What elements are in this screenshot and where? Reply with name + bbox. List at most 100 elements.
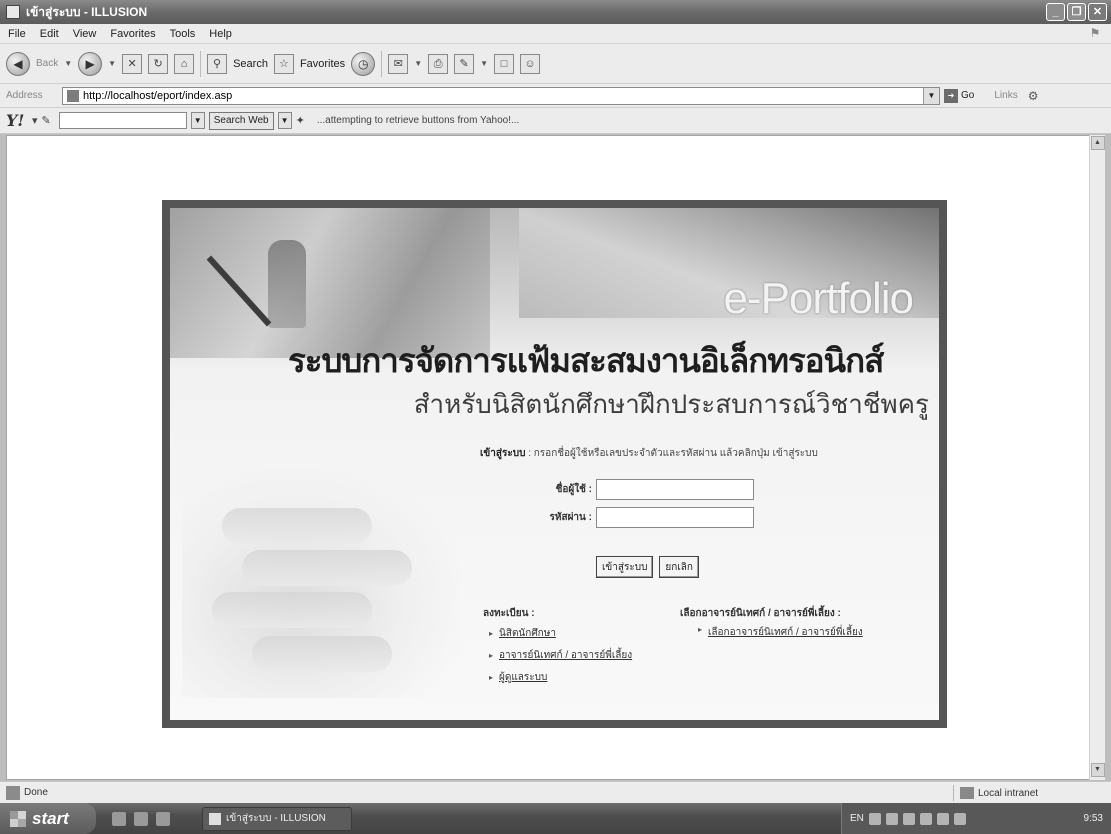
window-controls: _ ❐ ✕ xyxy=(1046,3,1107,21)
yahoo-search-dropdown-icon[interactable]: ▼ xyxy=(190,112,205,129)
menu-tools[interactable]: Tools xyxy=(170,28,196,40)
cancel-button[interactable]: ยกเลิก xyxy=(659,556,699,578)
edit-icon[interactable]: ✎ xyxy=(454,53,475,74)
system-title: ระบบการจัดการแฟ้มสะสมงานอิเล็กทรอนิกส์ xyxy=(288,341,884,380)
mail-icon[interactable]: ✉ xyxy=(388,53,409,74)
search-icon[interactable]: ⚲ xyxy=(207,53,228,74)
address-field[interactable]: ▼ xyxy=(62,86,940,105)
portal-frame: e-Portfolio ระบบการจัดการแฟ้มสะสมงานอิเล… xyxy=(162,200,947,728)
window-titlebar: เข้าสู่ระบบ - ILLUSION _ ❐ ✕ xyxy=(0,0,1111,24)
tray-messenger-icon[interactable] xyxy=(919,812,932,825)
vertical-scrollbar[interactable]: ▲ ▼ xyxy=(1089,135,1105,780)
username-label: ชื่อผู้ใช้ : xyxy=(555,484,592,495)
tray-antivirus-icon[interactable] xyxy=(902,812,915,825)
ql-desktop-icon[interactable] xyxy=(112,811,126,826)
username-input[interactable] xyxy=(596,479,754,500)
back-label[interactable]: Back xyxy=(36,58,58,69)
yahoo-toolbar: Y! ▾ ✎ ▼ Search Web ▼ ✦ ...attempting to… xyxy=(0,108,1111,134)
yahoo-logo-icon[interactable]: Y! xyxy=(6,111,28,130)
back-dropdown-icon[interactable]: ▼ xyxy=(64,59,72,68)
taskbar: start เข้าสู่ระบบ - ILLUSION EN 9:53 xyxy=(0,803,1111,834)
favorites-star-icon[interactable]: ☆ xyxy=(273,53,294,74)
login-instruction: เข้าสู่ระบบ : กรอกชื่อผู้ใช้หรือเลขประจำ… xyxy=(480,446,818,461)
ql-ie-icon[interactable] xyxy=(134,811,148,826)
ql-media-icon[interactable] xyxy=(156,811,170,826)
toolbar-separator xyxy=(200,50,202,77)
tray-safely-remove-icon[interactable] xyxy=(953,812,966,825)
close-button[interactable]: ✕ xyxy=(1088,3,1107,21)
advisor-title: เลือกอาจารย์นิเทศก์ / อาจารย์พี่เลี้ยง : xyxy=(680,608,841,619)
extras-icon[interactable]: ⚙ xyxy=(1028,89,1039,103)
menu-favorites[interactable]: Favorites xyxy=(110,28,155,40)
search-button[interactable]: Search xyxy=(233,58,268,70)
intranet-icon xyxy=(960,787,974,799)
register-student-link[interactable]: นิสิตนักศึกษา xyxy=(489,625,683,643)
yahoo-highlight-icon[interactable]: ✦ xyxy=(296,114,305,127)
yahoo-status-text: ...attempting to retrieve buttons from Y… xyxy=(316,115,520,126)
go-arrow-icon: ➜ xyxy=(944,88,958,103)
register-supervisor-link[interactable]: อาจารย์นิเทศก์ / อาจารย์พี่เลี้ยง xyxy=(489,647,683,665)
links-button[interactable]: Links xyxy=(994,90,1017,101)
menu-edit[interactable]: Edit xyxy=(40,28,59,40)
home-icon[interactable]: ⌂ xyxy=(174,53,195,74)
quick-launch xyxy=(112,811,170,826)
ie-task-icon xyxy=(209,812,221,825)
window-title: เข้าสู่ระบบ - ILLUSION xyxy=(26,4,148,19)
login-button[interactable]: เข้าสู่ระบบ xyxy=(596,556,654,578)
address-input[interactable] xyxy=(83,89,903,102)
register-admin-link[interactable]: ผู้ดูแลระบบ xyxy=(489,669,683,687)
scroll-down-icon[interactable]: ▼ xyxy=(1090,763,1105,777)
toolbar-separator xyxy=(381,50,383,77)
address-dropdown-icon[interactable]: ▼ xyxy=(923,87,939,104)
history-icon[interactable]: ◷ xyxy=(351,51,376,76)
mail-dropdown-icon[interactable]: ▼ xyxy=(414,59,422,68)
menu-file[interactable]: File xyxy=(8,28,26,40)
advisor-section: เลือกอาจารย์นิเทศก์ / อาจารย์พี่เลี้ยง :… xyxy=(680,606,930,640)
keyboard-hands-image xyxy=(182,468,462,698)
security-zone[interactable]: Local intranet xyxy=(953,785,1103,801)
discuss-icon[interactable]: □ xyxy=(494,53,515,74)
minimize-button[interactable]: _ xyxy=(1046,3,1065,21)
messenger-icon[interactable]: ☺ xyxy=(520,53,541,74)
password-row: รหัสผ่าน : xyxy=(510,507,754,528)
password-input[interactable] xyxy=(596,507,754,528)
tray-volume-icon[interactable] xyxy=(885,812,898,825)
select-advisor-link[interactable]: เลือกอาจารย์นิเทศก์ / อาจารย์พี่เลี้ยง xyxy=(698,625,930,640)
refresh-icon[interactable]: ↻ xyxy=(148,53,169,74)
status-text: Done xyxy=(24,787,48,798)
menu-view[interactable]: View xyxy=(73,28,97,40)
print-icon[interactable]: ⎙ xyxy=(428,53,449,74)
scroll-up-icon[interactable]: ▲ xyxy=(1090,136,1105,150)
tray-update-icon[interactable] xyxy=(936,812,949,825)
menu-help[interactable]: Help xyxy=(209,28,232,40)
go-label: Go xyxy=(961,90,975,101)
address-label: Address xyxy=(6,90,43,101)
password-label: รหัสผ่าน : xyxy=(549,512,593,523)
forward-dropdown-icon[interactable]: ▼ xyxy=(108,59,116,68)
favorites-button[interactable]: Favorites xyxy=(300,58,345,70)
clock[interactable]: 9:53 xyxy=(1084,813,1103,824)
taskbar-item-browser[interactable]: เข้าสู่ระบบ - ILLUSION xyxy=(202,806,352,831)
windows-logo-icon: ⚑ xyxy=(1089,26,1101,40)
register-title: ลงทะเบียน : xyxy=(483,608,535,619)
yahoo-edit-icon[interactable]: ✎ xyxy=(42,114,51,127)
maximize-button[interactable]: ❐ xyxy=(1067,3,1086,21)
yahoo-search-options-icon[interactable]: ▼ xyxy=(277,112,292,129)
start-button[interactable]: start xyxy=(0,803,96,834)
forward-icon[interactable]: ▶ xyxy=(78,51,103,76)
stop-icon[interactable]: ✕ xyxy=(122,53,143,74)
back-icon[interactable]: ◀ xyxy=(6,51,30,76)
yahoo-dropdown-icon[interactable]: ▾ xyxy=(32,114,38,127)
system-subtitle: สำหรับนิสิตนักศึกษาฝึกประสบการณ์วิชาชีพค… xyxy=(413,390,929,420)
zone-label: Local intranet xyxy=(978,787,1039,799)
register-section: ลงทะเบียน : นิสิตนักศึกษา อาจารย์นิเทศก์… xyxy=(483,606,683,691)
yahoo-search-button[interactable]: Search Web xyxy=(208,111,274,130)
task-label: เข้าสู่ระบบ - ILLUSION xyxy=(226,813,326,824)
windows-flag-icon xyxy=(10,810,26,827)
tray-network-icon[interactable] xyxy=(868,812,881,825)
edit-dropdown-icon[interactable]: ▼ xyxy=(480,59,488,68)
go-button[interactable]: ➜ Go xyxy=(944,88,975,103)
scroll-track[interactable] xyxy=(1090,151,1105,762)
yahoo-search-input[interactable] xyxy=(58,112,187,129)
language-indicator[interactable]: EN xyxy=(850,813,864,824)
